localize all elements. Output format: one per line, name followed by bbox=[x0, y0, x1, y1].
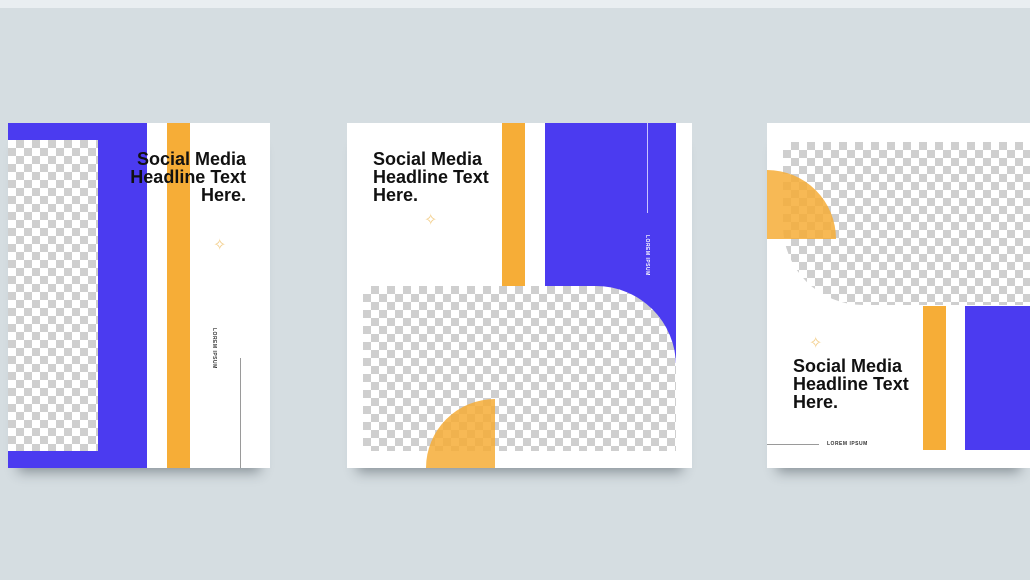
template-card-3: ✧ Social Media Headline Text Here. LOREM… bbox=[767, 123, 1030, 468]
headline: Social Media Headline Text Here. bbox=[130, 149, 246, 205]
top-border bbox=[0, 0, 1030, 8]
divider-line bbox=[767, 444, 819, 445]
orange-stripe bbox=[502, 123, 525, 286]
sparkle-icon: ✧ bbox=[424, 212, 438, 229]
caption: LOREM IPSUM bbox=[827, 441, 868, 447]
blue-panel bbox=[965, 306, 1030, 450]
divider-line bbox=[240, 358, 241, 468]
orange-stripe bbox=[923, 306, 946, 450]
template-card-1: Social Media Headline Text Here. ✧ LOREM… bbox=[8, 123, 270, 468]
template-card-2: LOREM IPSUM Social Media Headline Text H… bbox=[347, 123, 692, 468]
divider-line bbox=[647, 123, 648, 213]
caption: LOREM IPSUM bbox=[644, 235, 650, 276]
headline: Social Media Headline Text Here. bbox=[793, 356, 909, 412]
image-placeholder bbox=[8, 140, 98, 451]
caption: LOREM IPSUM bbox=[211, 328, 217, 369]
sparkle-icon: ✧ bbox=[809, 335, 823, 352]
image-placeholder bbox=[363, 286, 676, 451]
sparkle-icon: ✧ bbox=[213, 237, 227, 254]
headline: Social Media Headline Text Here. bbox=[373, 149, 489, 205]
